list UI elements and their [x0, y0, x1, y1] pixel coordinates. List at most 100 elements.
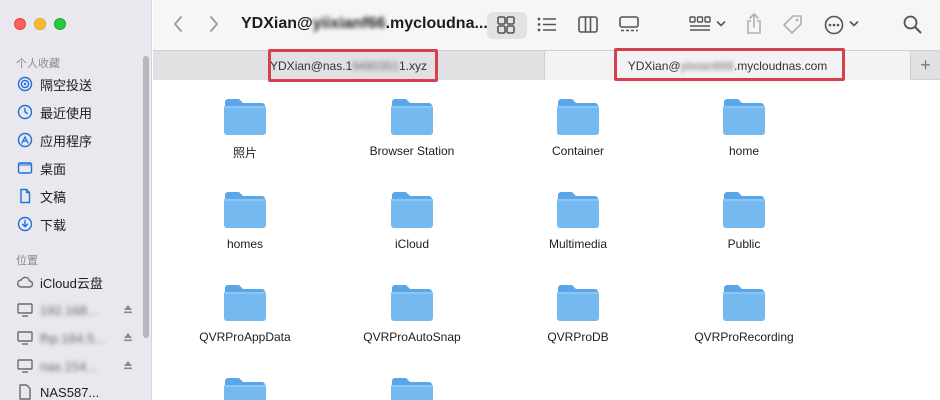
folder-item[interactable]: homes — [170, 189, 320, 251]
folder-item[interactable] — [337, 375, 487, 400]
sidebar-item-label: 下载 — [40, 217, 67, 233]
folder-icon — [222, 282, 268, 322]
sidebar-item-label: 桌面 — [40, 161, 67, 177]
sidebar-scrollbar[interactable] — [143, 56, 149, 338]
favorites-header: 个人收藏 — [16, 58, 60, 70]
folder-item[interactable]: home — [669, 96, 819, 158]
sidebar-item-label: 文稿 — [40, 189, 67, 205]
folder-label: 照片 — [232, 146, 257, 160]
highlight-box-left-tab — [268, 49, 438, 82]
chevron-left-icon — [174, 16, 182, 32]
folder-icon — [222, 189, 268, 229]
folder-label: homes — [226, 237, 264, 251]
new-tab-button[interactable]: + — [910, 51, 940, 80]
sidebar-item-server[interactable]: fhp.184.5... — [16, 326, 132, 350]
folder-icon — [721, 189, 767, 229]
share-button[interactable] — [745, 13, 763, 35]
cloud-icon — [16, 273, 34, 291]
folder-item[interactable]: 照片 — [170, 96, 320, 161]
sidebar-item-nas[interactable]: NAS587... — [16, 380, 99, 400]
window-title: YDXian@yiixianf66.mycloudna... — [241, 15, 488, 32]
sidebar-item-server[interactable]: 192.168... — [16, 298, 132, 322]
tag-button[interactable] — [782, 14, 804, 36]
folder-label: QVRProAutoSnap — [363, 330, 461, 344]
gallery-view-button[interactable] — [619, 16, 639, 33]
folder-item[interactable]: Public — [669, 189, 819, 251]
folder-item[interactable]: Multimedia — [503, 189, 653, 251]
sidebar-item-airdrop[interactable]: 隔空投送 — [16, 72, 92, 96]
search-icon — [903, 15, 922, 34]
sidebar-item-icloud[interactable]: iCloud云盘 — [16, 270, 103, 294]
folder-label: Public — [727, 237, 761, 251]
file-icon — [16, 383, 34, 400]
group-button[interactable] — [689, 16, 711, 33]
chevron-down-icon[interactable] — [716, 20, 726, 28]
folder-label: QVRProRecording — [694, 330, 794, 344]
folder-label: QVRProDB — [547, 330, 609, 344]
forward-button[interactable] — [209, 15, 219, 33]
monitor-icon — [16, 329, 34, 347]
close-window-button[interactable] — [14, 18, 26, 30]
sidebar-item-label: iCloud云盘 — [40, 275, 103, 291]
column-view-button[interactable] — [578, 16, 598, 33]
folder-icon — [222, 375, 268, 400]
sidebar-item-server[interactable]: nas.154... — [16, 354, 132, 378]
folder-label: Container — [551, 144, 605, 158]
sidebar: 个人收藏 隔空投送 最近使用 应用程序 桌面 文稿 下载 位置 iCloud云盘… — [0, 0, 152, 400]
gallery-icon — [619, 16, 639, 32]
apps-icon — [16, 131, 34, 149]
folder-icon — [721, 282, 767, 322]
folder-item[interactable]: QVRProAppData — [170, 282, 320, 344]
folder-item[interactable]: QVRProRecording — [669, 282, 819, 344]
clock-icon — [16, 103, 34, 121]
sidebar-item-label: 最近使用 — [40, 105, 93, 121]
eject-icon[interactable] — [122, 303, 134, 318]
folder-item[interactable]: Browser Station — [337, 96, 487, 158]
sidebar-item-label: fhp.184.5... — [40, 330, 106, 346]
folder-item[interactable]: QVRProDB — [503, 282, 653, 344]
eject-icon[interactable] — [122, 331, 134, 346]
folder-item[interactable]: Container — [503, 96, 653, 158]
sidebar-item-recents[interactable]: 最近使用 — [16, 100, 92, 124]
list-icon — [537, 17, 556, 32]
sidebar-item-label: nas.154... — [40, 358, 98, 374]
folder-icon — [555, 189, 601, 229]
search-button[interactable] — [903, 15, 922, 34]
folder-icon — [721, 96, 767, 136]
share-icon — [747, 13, 761, 34]
list-view-button[interactable] — [537, 17, 557, 32]
window-controls — [14, 18, 66, 30]
folder-label: Multimedia — [548, 237, 608, 251]
folder-icon — [389, 96, 435, 136]
folder-icon — [555, 282, 601, 322]
chevron-down-icon[interactable] — [849, 20, 859, 28]
minimize-window-button[interactable] — [34, 18, 46, 30]
zoom-window-button[interactable] — [54, 18, 66, 30]
sidebar-item-label: 应用程序 — [40, 133, 93, 149]
locations-header: 位置 — [16, 255, 38, 267]
folder-label: iCloud — [394, 237, 430, 251]
eject-icon[interactable] — [122, 359, 134, 374]
sidebar-item-desktop[interactable]: 桌面 — [16, 156, 66, 180]
back-button[interactable] — [173, 15, 183, 33]
folder-icon — [389, 282, 435, 322]
group-icon — [689, 16, 711, 31]
folder-icon — [389, 189, 435, 229]
folder-label: QVRProAppData — [199, 330, 291, 344]
sidebar-item-documents[interactable]: 文稿 — [16, 184, 66, 208]
folder-item[interactable]: iCloud — [337, 189, 487, 251]
monitor-icon — [16, 357, 34, 375]
more-actions-button[interactable] — [824, 15, 844, 35]
folder-item[interactable] — [170, 375, 320, 400]
sidebar-item-applications[interactable]: 应用程序 — [16, 128, 92, 152]
ellipsis-circle-icon — [824, 15, 844, 35]
sidebar-item-downloads[interactable]: 下载 — [16, 212, 66, 236]
folder-icon — [222, 96, 268, 136]
desktop-icon — [16, 159, 34, 177]
folder-icon — [389, 375, 435, 400]
chevron-right-icon — [210, 16, 218, 32]
highlight-box-right-tab — [614, 48, 845, 81]
folder-item[interactable]: QVRProAutoSnap — [337, 282, 487, 344]
download-icon — [16, 215, 34, 233]
folder-icon — [555, 96, 601, 136]
